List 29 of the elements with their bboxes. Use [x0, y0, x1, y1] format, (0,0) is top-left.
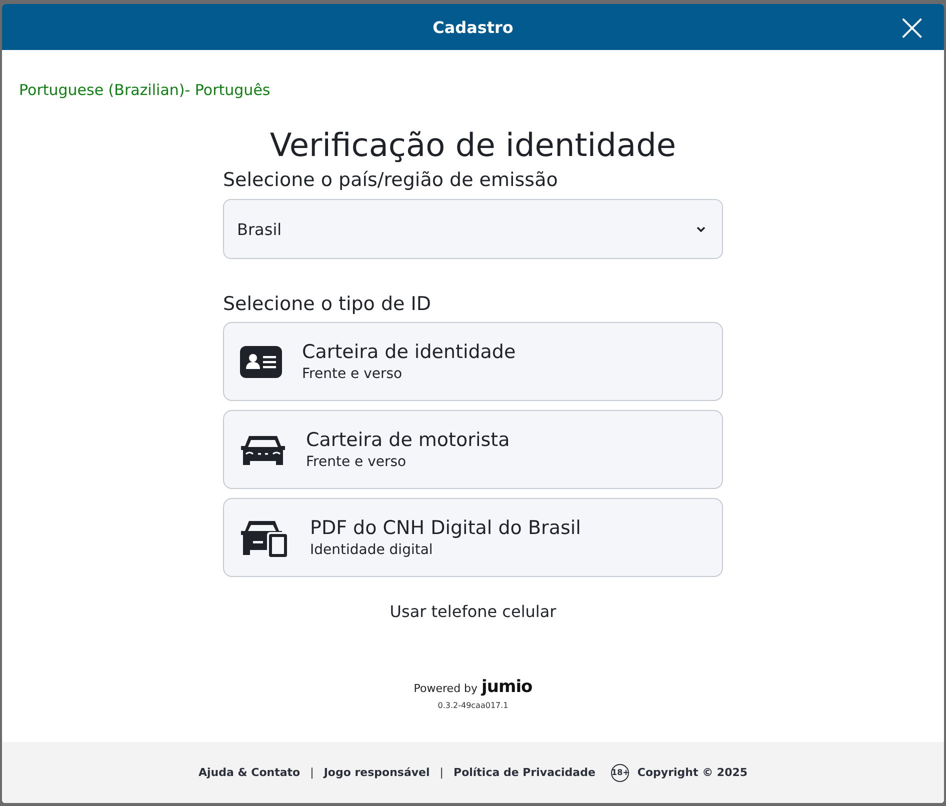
field-label: Selecione o tipo de ID [223, 293, 432, 315]
chevron-down-icon [696, 226, 706, 232]
footer-link[interactable]: Política de Privacidade [454, 766, 596, 779]
powered-by-text: Powered by [414, 682, 478, 695]
separator: | [310, 766, 314, 779]
field-label: Selecione o país/região de emissão [223, 169, 559, 191]
id-type-option[interactable]: PDF do CNH Digital do Brasil Identidade digital [223, 498, 723, 577]
option-title: Carteira de motorista [306, 429, 510, 451]
copyright-text: Copyright © 2025 [637, 766, 748, 779]
close-button[interactable]: × [892, 10, 932, 44]
id-type-option[interactable]: Carteira de motorista Frente e verso [223, 410, 723, 489]
country-dropdown[interactable]: Brasil [223, 199, 723, 259]
language-link[interactable]: Portuguese (Brazilian)- Português [19, 81, 270, 99]
option-title: PDF do CNH Digital do Brasil [310, 517, 581, 539]
id-card-icon [240, 346, 282, 378]
version-text: 0.3.2-49caa017.1 [436, 701, 510, 710]
id-type-option[interactable]: Carteira de identidade Frente e verso [223, 322, 723, 401]
footer-link[interactable]: Ajuda & Contato [198, 766, 300, 779]
option-subtitle: Identidade digital [310, 542, 434, 558]
page-heading: Verificação de identidade [268, 125, 678, 165]
window-title: Cadastro [432, 18, 514, 36]
option-title: Carteira de identidade [302, 341, 516, 363]
separator: | [440, 766, 444, 779]
mobile-phone-link[interactable]: Usar telefone celular [390, 602, 556, 621]
age-restriction-badge: 18+ [611, 764, 630, 782]
brand-logo: jumio [482, 677, 532, 697]
option-subtitle: Frente e verso [302, 366, 404, 382]
option-subtitle: Frente e verso [306, 454, 408, 470]
footer-link[interactable]: Jogo responsável [324, 766, 430, 779]
